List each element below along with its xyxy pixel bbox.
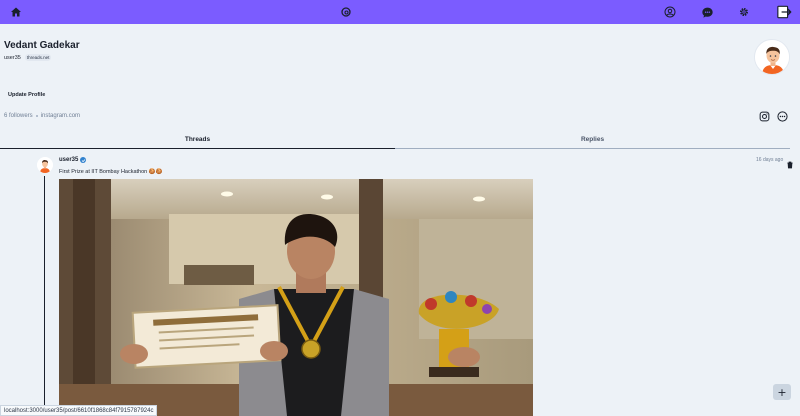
profile-avatar — [754, 39, 790, 75]
profile-handle-row: user35 threads.net — [4, 54, 52, 61]
trash-icon[interactable] — [786, 156, 794, 169]
status-bar-url: localhost:3000/user35/post/6610f1868c84f… — [0, 405, 158, 416]
top-nav-bar — [0, 0, 800, 24]
post-text: First Prize at IIT Bombay Hackathon 🍪🍪 — [59, 169, 163, 175]
verified-icon — [80, 157, 87, 163]
post-avatar[interactable] — [37, 157, 53, 173]
profile-tabs: Threads Replies — [0, 131, 790, 149]
chat-icon[interactable] — [699, 4, 715, 20]
profile-stats: 6 followers instagram.com — [4, 113, 80, 119]
logout-icon[interactable] — [777, 4, 793, 20]
profile-username: user35 — [4, 54, 21, 61]
home-icon[interactable] — [8, 4, 24, 20]
instagram-icon[interactable] — [758, 110, 770, 122]
separator-dot — [35, 115, 38, 117]
profile-link[interactable]: instagram.com — [41, 113, 80, 119]
domain-badge: threads.net — [24, 54, 52, 61]
post-username[interactable]: user35 — [59, 157, 78, 163]
gear-icon[interactable] — [736, 4, 752, 20]
thread-line — [44, 176, 45, 416]
post-timestamp: 16 days ago — [756, 157, 784, 163]
update-profile-button[interactable]: Update Profile — [4, 89, 50, 101]
more-options-icon[interactable] — [776, 110, 788, 122]
tab-threads[interactable]: Threads — [0, 131, 395, 149]
profile-name: Vedant Gadekar — [4, 40, 80, 51]
followers-count[interactable]: 6 followers — [4, 113, 33, 119]
post-author: user35 — [59, 157, 87, 163]
threads-logo-icon[interactable] — [338, 4, 354, 20]
tab-replies[interactable]: Replies — [395, 131, 790, 149]
create-post-button[interactable]: + — [773, 384, 791, 400]
user-circle-icon[interactable] — [662, 4, 678, 20]
post-image[interactable] — [59, 179, 533, 416]
